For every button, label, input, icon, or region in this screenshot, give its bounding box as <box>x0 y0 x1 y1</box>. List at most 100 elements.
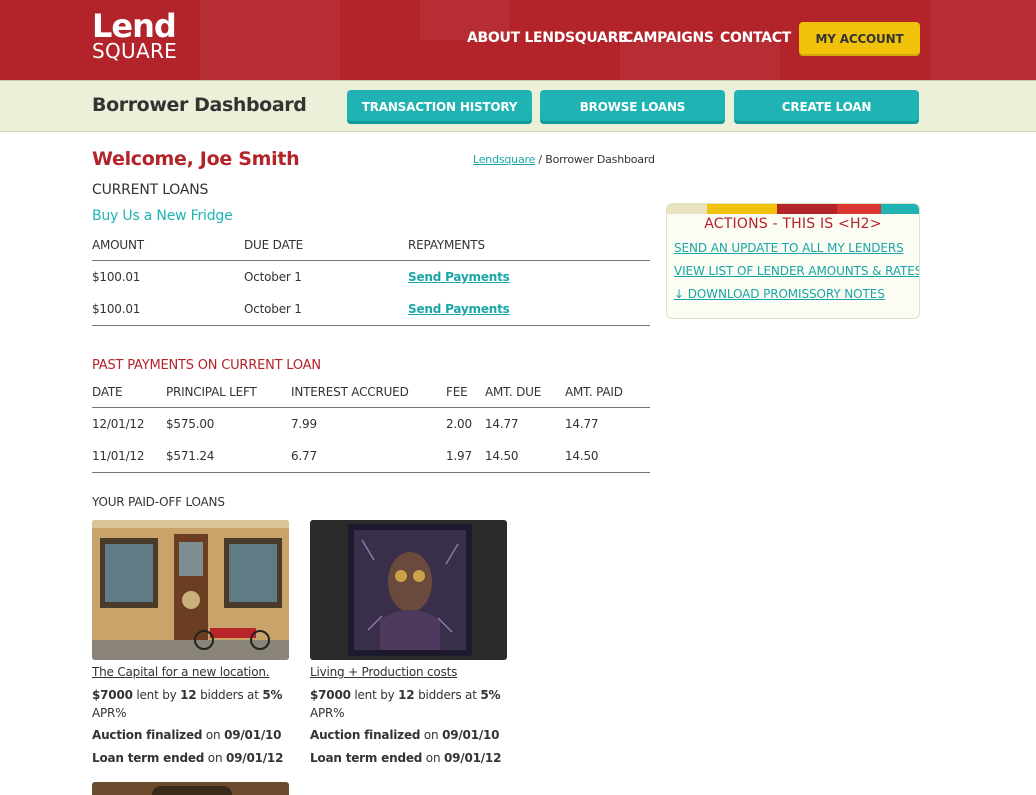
col-amt-due: AMT. DUE <box>485 385 542 399</box>
payment-principal: $575.00 <box>166 417 215 431</box>
col-due-date: DUE DATE <box>244 238 304 252</box>
payment-amt-paid: 14.77 <box>565 417 599 431</box>
term-label: Loan term ended <box>310 751 423 765</box>
table-divider <box>92 260 650 261</box>
payment-amt-due: 14.77 <box>485 417 519 431</box>
col-fee: FEE <box>446 385 468 399</box>
col-amount: AMOUNT <box>92 238 144 252</box>
album-art-photo <box>310 520 507 660</box>
nav-about[interactable]: ABOUT LENDSQUARE <box>467 30 628 46</box>
storefront-photo <box>92 520 289 660</box>
payment-amt-due: 14.50 <box>485 449 519 463</box>
term-date: 09/01/12 <box>225 751 284 765</box>
lent-by-text: lent by <box>132 688 181 702</box>
bidder-count: 12 <box>180 688 197 702</box>
payment-date: 11/01/12 <box>92 449 145 463</box>
panel-stripe <box>881 204 919 214</box>
my-account-button[interactable]: MY ACCOUNT <box>799 22 920 56</box>
actions-title: ACTIONS - THIS IS <H2> <box>704 216 882 232</box>
auction-date: 09/01/10 <box>442 728 500 742</box>
view-lender-list-link[interactable]: VIEW LIST OF LENDER AMOUNTS & RATES <box>674 264 919 278</box>
panel-stripe <box>777 204 837 214</box>
header-pattern <box>200 0 340 80</box>
create-loan-button[interactable]: CREATE LOAN <box>734 90 919 124</box>
breadcrumb-separator: / <box>535 153 546 166</box>
page-title: Borrower Dashboard <box>92 94 307 116</box>
row-due-date: October 1 <box>244 302 302 316</box>
col-amt-paid: AMT. PAID <box>565 385 623 399</box>
term-ended-line: Loan term ended on 09/01/12 <box>92 751 283 765</box>
loan-image-partial[interactable] <box>92 782 289 795</box>
on-text: on <box>422 751 444 765</box>
payment-amt-paid: 14.50 <box>565 449 599 463</box>
col-repayments: REPAYMENTS <box>408 238 485 252</box>
loan-lent-line: $7000 lent by 12 bidders at 5% <box>92 688 282 702</box>
table-divider <box>92 325 650 326</box>
loan-rate: 5% <box>480 688 501 702</box>
payment-fee: 1.97 <box>446 449 472 463</box>
auction-label: Auction finalized <box>310 728 421 742</box>
term-ended-line: Loan term ended on 09/01/12 <box>310 751 501 765</box>
site-logo[interactable]: Lend SQUARE <box>92 10 177 61</box>
loan-amount: $7000 <box>92 688 133 702</box>
partial-photo-detail <box>152 786 232 795</box>
current-loan-name[interactable]: Buy Us a New Fridge <box>92 208 233 224</box>
auction-finalized-line: Auction finalized on 09/01/10 <box>310 728 500 742</box>
col-principal-left: PRINCIPAL LEFT <box>166 385 257 399</box>
panel-stripe <box>837 204 881 214</box>
on-text: on <box>420 728 443 742</box>
on-text: on <box>202 728 225 742</box>
payment-date: 12/01/12 <box>92 417 145 431</box>
payment-interest: 6.77 <box>291 449 317 463</box>
payment-interest: 7.99 <box>291 417 317 431</box>
site-header: Lend SQUARE ABOUT LENDSQUARE CAMPAIGNS C… <box>0 0 1036 80</box>
auction-date: 09/01/10 <box>224 728 282 742</box>
loan-apr: APR% <box>310 706 345 720</box>
download-icon: ↓ <box>674 287 684 301</box>
breadcrumb-home-link[interactable]: Lendsquare <box>473 153 535 166</box>
send-payments-link[interactable]: Send Payments <box>408 270 510 284</box>
bidders-at-text: bidders at <box>414 688 481 702</box>
paid-loan-title[interactable]: The Capital for a new location. <box>92 665 270 679</box>
loan-rate: 5% <box>262 688 283 702</box>
payment-fee: 2.00 <box>446 417 472 431</box>
dashboard-subheader: Borrower Dashboard TRANSACTION HISTORY B… <box>0 80 1036 132</box>
send-update-link[interactable]: SEND AN UPDATE TO ALL MY LENDERS <box>674 241 904 255</box>
header-pattern <box>930 0 1036 80</box>
loan-image-album-art[interactable] <box>310 520 507 660</box>
loan-apr: APR% <box>92 706 127 720</box>
current-loans-heading: CURRENT LOANS <box>92 182 209 198</box>
actions-panel: ACTIONS - THIS IS <H2> SEND AN UPDATE TO… <box>666 203 920 319</box>
col-interest-accrued: INTEREST ACCRUED <box>291 385 409 399</box>
term-date: 09/01/12 <box>443 751 502 765</box>
table-divider <box>92 472 650 473</box>
on-text: on <box>204 751 226 765</box>
bidders-at-text: bidders at <box>196 688 263 702</box>
paid-loan-title[interactable]: Living + Production costs <box>310 665 457 679</box>
paid-off-heading: YOUR PAID-OFF LOANS <box>92 495 225 509</box>
table-divider <box>92 407 650 408</box>
nav-campaigns[interactable]: CAMPAIGNS <box>623 30 714 46</box>
bidder-count: 12 <box>398 688 415 702</box>
transaction-history-button[interactable]: TRANSACTION HISTORY <box>347 90 532 124</box>
panel-stripe <box>667 204 707 214</box>
browse-loans-button[interactable]: BROWSE LOANS <box>540 90 725 124</box>
nav-contact[interactable]: CONTACT <box>720 30 791 46</box>
col-date: DATE <box>92 385 123 399</box>
download-notes-label: DOWNLOAD PROMISSORY NOTES <box>687 287 885 301</box>
row-amount: $100.01 <box>92 302 141 316</box>
lent-by-text: lent by <box>350 688 399 702</box>
loan-lent-line: $7000 lent by 12 bidders at 5% <box>310 688 500 702</box>
term-label: Loan term ended <box>92 751 205 765</box>
loan-amount: $7000 <box>310 688 351 702</box>
row-amount: $100.01 <box>92 270 141 284</box>
welcome-heading: Welcome, Joe Smith <box>92 148 300 170</box>
loan-image-storefront[interactable] <box>92 520 289 660</box>
panel-stripe <box>707 204 777 214</box>
send-payments-link[interactable]: Send Payments <box>408 302 510 316</box>
past-payments-heading: PAST PAYMENTS ON CURRENT LOAN <box>92 358 321 373</box>
download-notes-link[interactable]: ↓ DOWNLOAD PROMISSORY NOTES <box>674 287 885 301</box>
row-due-date: October 1 <box>244 270 302 284</box>
logo-word-lend: Lend <box>92 7 177 45</box>
auction-label: Auction finalized <box>92 728 203 742</box>
